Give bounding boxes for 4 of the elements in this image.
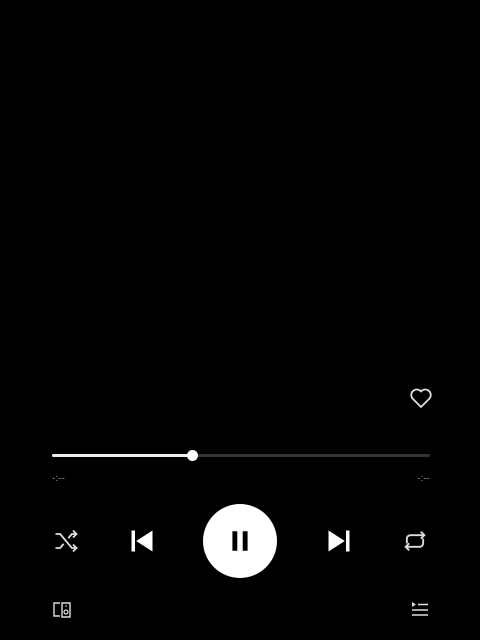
progress-thumb[interactable] xyxy=(186,450,198,461)
remaining-time: -:-- xyxy=(417,473,430,484)
heart-icon[interactable] xyxy=(408,386,434,410)
elapsed-time: -:-- xyxy=(52,473,65,484)
